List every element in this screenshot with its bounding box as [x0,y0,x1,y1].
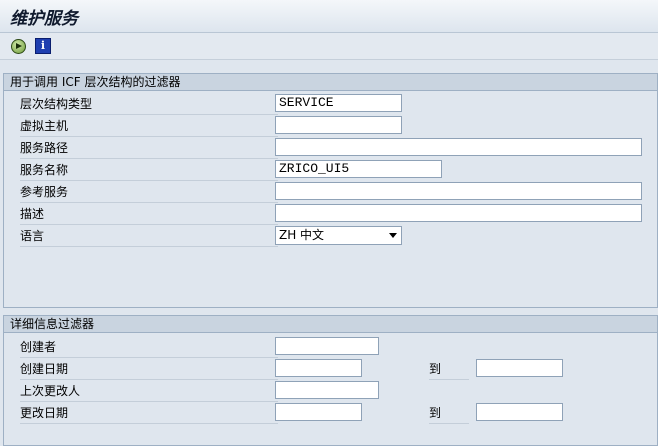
language-selected-value: ZH 中文 [279,228,325,242]
page-title: 维护服务 [10,9,78,29]
info-icon: i [35,38,51,54]
changed-on-label: 更改日期 [20,403,278,424]
chevron-down-icon [389,233,397,238]
application-toolbar: i [0,33,658,60]
information-button[interactable]: i [34,37,52,55]
virtual-host-input[interactable] [275,116,402,134]
created-by-label: 创建者 [20,337,278,358]
service-name-input[interactable]: ZRICO_UI5 [275,160,442,178]
icf-filter-heading: 用于调用 ICF 层次结构的过滤器 [4,74,657,91]
changed-on-from-input[interactable] [275,403,362,421]
service-path-label: 服务路径 [20,138,278,159]
created-on-to-label: 到 [429,359,469,380]
detail-filter-heading: 详细信息过滤器 [4,316,657,333]
icf-filter-group: 用于调用 ICF 层次结构的过滤器 层次结构类型 SERVICE 虚拟主机 服务… [3,73,658,308]
execute-button[interactable] [9,37,27,55]
created-on-from-input[interactable] [275,359,362,377]
language-label: 语言 [20,226,278,247]
last-changed-by-input[interactable] [275,381,379,399]
detail-filter-group: 详细信息过滤器 创建者 创建日期 到 上次更改人 更改日期 到 [3,315,658,446]
changed-on-to-input[interactable] [476,403,563,421]
created-by-input[interactable] [275,337,379,355]
hierarchy-type-input[interactable]: SERVICE [275,94,402,112]
service-path-input[interactable] [275,138,642,156]
service-name-label: 服务名称 [20,160,278,181]
reference-service-input[interactable] [275,182,642,200]
created-on-label: 创建日期 [20,359,278,380]
description-input[interactable] [275,204,642,222]
reference-service-label: 参考服务 [20,182,278,203]
created-on-to-input[interactable] [476,359,563,377]
language-dropdown[interactable]: ZH 中文 [275,226,402,245]
title-bar: 维护服务 [0,0,658,33]
description-label: 描述 [20,204,278,225]
execute-icon [10,38,26,54]
hierarchy-type-label: 层次结构类型 [20,94,278,115]
virtual-host-label: 虚拟主机 [20,116,278,137]
last-changed-by-label: 上次更改人 [20,381,278,402]
changed-on-to-label: 到 [429,403,469,424]
